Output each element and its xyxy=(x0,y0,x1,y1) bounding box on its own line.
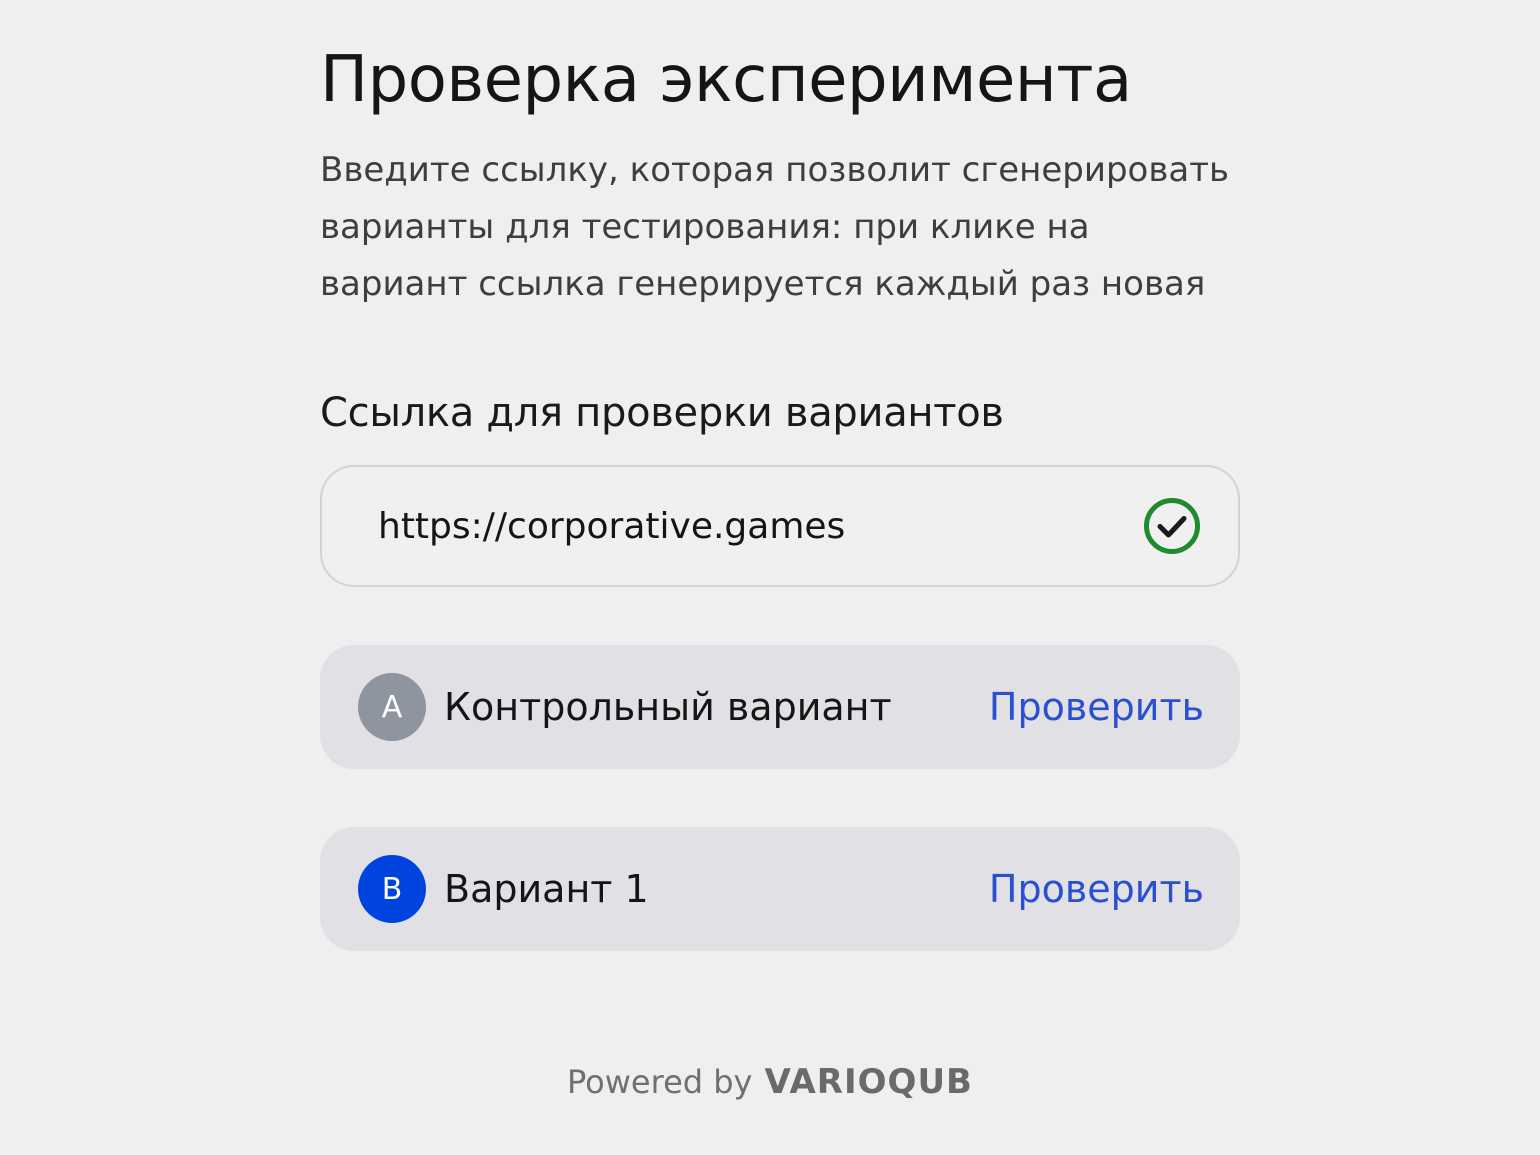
variant-name: Контрольный вариант xyxy=(444,685,892,729)
check-variant-b-link[interactable]: Проверить xyxy=(989,867,1204,911)
variant-name: Вариант 1 xyxy=(444,867,649,911)
variant-row-a: A Контрольный вариант Проверить xyxy=(320,645,1240,769)
check-variant-a-link[interactable]: Проверить xyxy=(989,685,1204,729)
page-title: Проверка эксперимента xyxy=(320,43,1132,117)
powered-by-footer: Powered by VARIOQUB xyxy=(0,1062,1540,1102)
variant-badge-a: A xyxy=(358,673,426,741)
url-input-value[interactable]: https://corporative.games xyxy=(378,506,1142,547)
experiment-check-panel: Проверка эксперимента Введите ссылку, ко… xyxy=(320,40,1240,951)
check-circle-icon xyxy=(1144,498,1200,554)
url-field-label: Ссылка для проверки вариантов xyxy=(320,390,1004,436)
variant-badge-b: B xyxy=(358,855,426,923)
url-input[interactable]: https://corporative.games xyxy=(320,465,1240,587)
varioqub-logo: VARIOQUB xyxy=(764,1062,973,1102)
powered-by-text: Powered by xyxy=(567,1063,753,1101)
page-description: Введите ссылку, которая позволит сгенери… xyxy=(320,150,1230,304)
variant-row-b: B Вариант 1 Проверить xyxy=(320,827,1240,951)
